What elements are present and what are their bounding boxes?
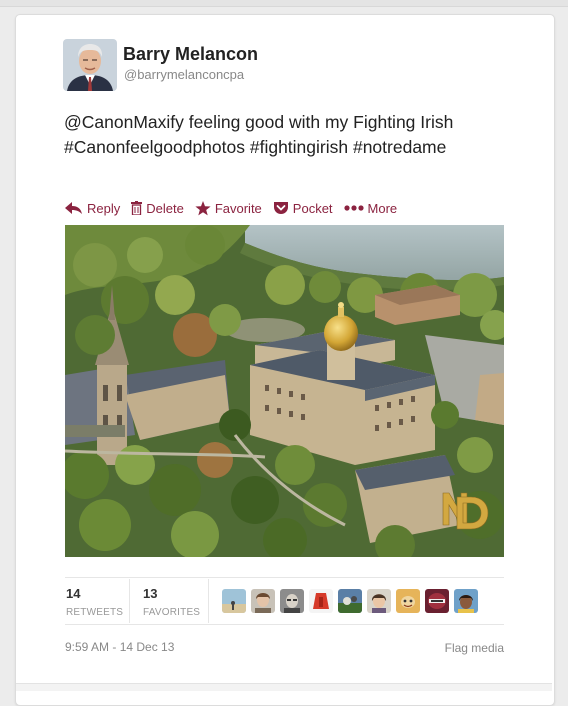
pocket-icon	[273, 202, 288, 214]
delete-button[interactable]: Delete	[131, 201, 184, 216]
author-avatar[interactable]	[63, 39, 117, 91]
favoriter-avatar[interactable]	[425, 589, 449, 613]
favoriter-avatar[interactable]	[251, 589, 275, 613]
pocket-button[interactable]: Pocket	[273, 201, 333, 216]
favorite-label: Favorite	[214, 200, 262, 216]
more-button[interactable]: More	[343, 200, 398, 216]
tweet-text-line-2: #Canonfeelgoodphotos #fightingirish #not…	[64, 137, 447, 157]
reply-icon	[65, 201, 82, 214]
tweet-timestamp[interactable]: 9:59 AM - 14 Dec 13	[65, 640, 174, 654]
author-name[interactable]: Barry Melancon	[123, 44, 258, 65]
tweet-text-line-1: @CanonMaxify feeling good with my Fighti…	[64, 112, 454, 132]
favoriter-avatar[interactable]	[367, 589, 391, 613]
favoriter-avatar[interactable]	[309, 589, 333, 613]
pocket-label: Pocket	[292, 200, 333, 216]
retweets-count: 14	[66, 586, 81, 601]
top-strip	[0, 0, 568, 7]
trash-icon	[131, 201, 143, 215]
star-icon	[195, 200, 211, 215]
stats-separator	[208, 579, 209, 623]
retweets-label: RETWEETS	[66, 607, 124, 618]
reply-label: Reply	[87, 200, 121, 216]
retweets-stat[interactable]: 14 RETWEETS	[66, 586, 123, 618]
more-label: More	[367, 200, 398, 216]
favoriter-avatar[interactable]	[280, 589, 304, 613]
favoriter-avatar[interactable]	[454, 589, 478, 613]
tweet-actions: Reply Delete Favorite Pocket More	[65, 198, 408, 218]
stats-separator	[129, 579, 130, 623]
favoriter-avatar[interactable]	[222, 589, 246, 613]
stats-top-divider	[65, 577, 504, 578]
favorite-button[interactable]: Favorite	[195, 200, 262, 216]
author-handle[interactable]: @barrymelanconcpa	[124, 67, 244, 82]
favoriter-avatar[interactable]	[338, 589, 362, 613]
more-dots-icon	[343, 205, 364, 211]
flag-media-link[interactable]: Flag media	[445, 641, 504, 655]
delete-label: Delete	[146, 200, 184, 216]
reply-button[interactable]: Reply	[65, 201, 120, 216]
stats-bottom-divider	[65, 624, 504, 625]
favorites-count: 13	[143, 586, 158, 601]
favorites-label: FAVORITES	[143, 607, 201, 618]
favorites-stat[interactable]: 13 FAVORITES	[143, 586, 200, 618]
tweet-photo[interactable]	[65, 225, 504, 557]
tweet-text: @CanonMaxify feeling good with my Fighti…	[64, 110, 524, 160]
favoriter-avatar[interactable]	[396, 589, 420, 613]
